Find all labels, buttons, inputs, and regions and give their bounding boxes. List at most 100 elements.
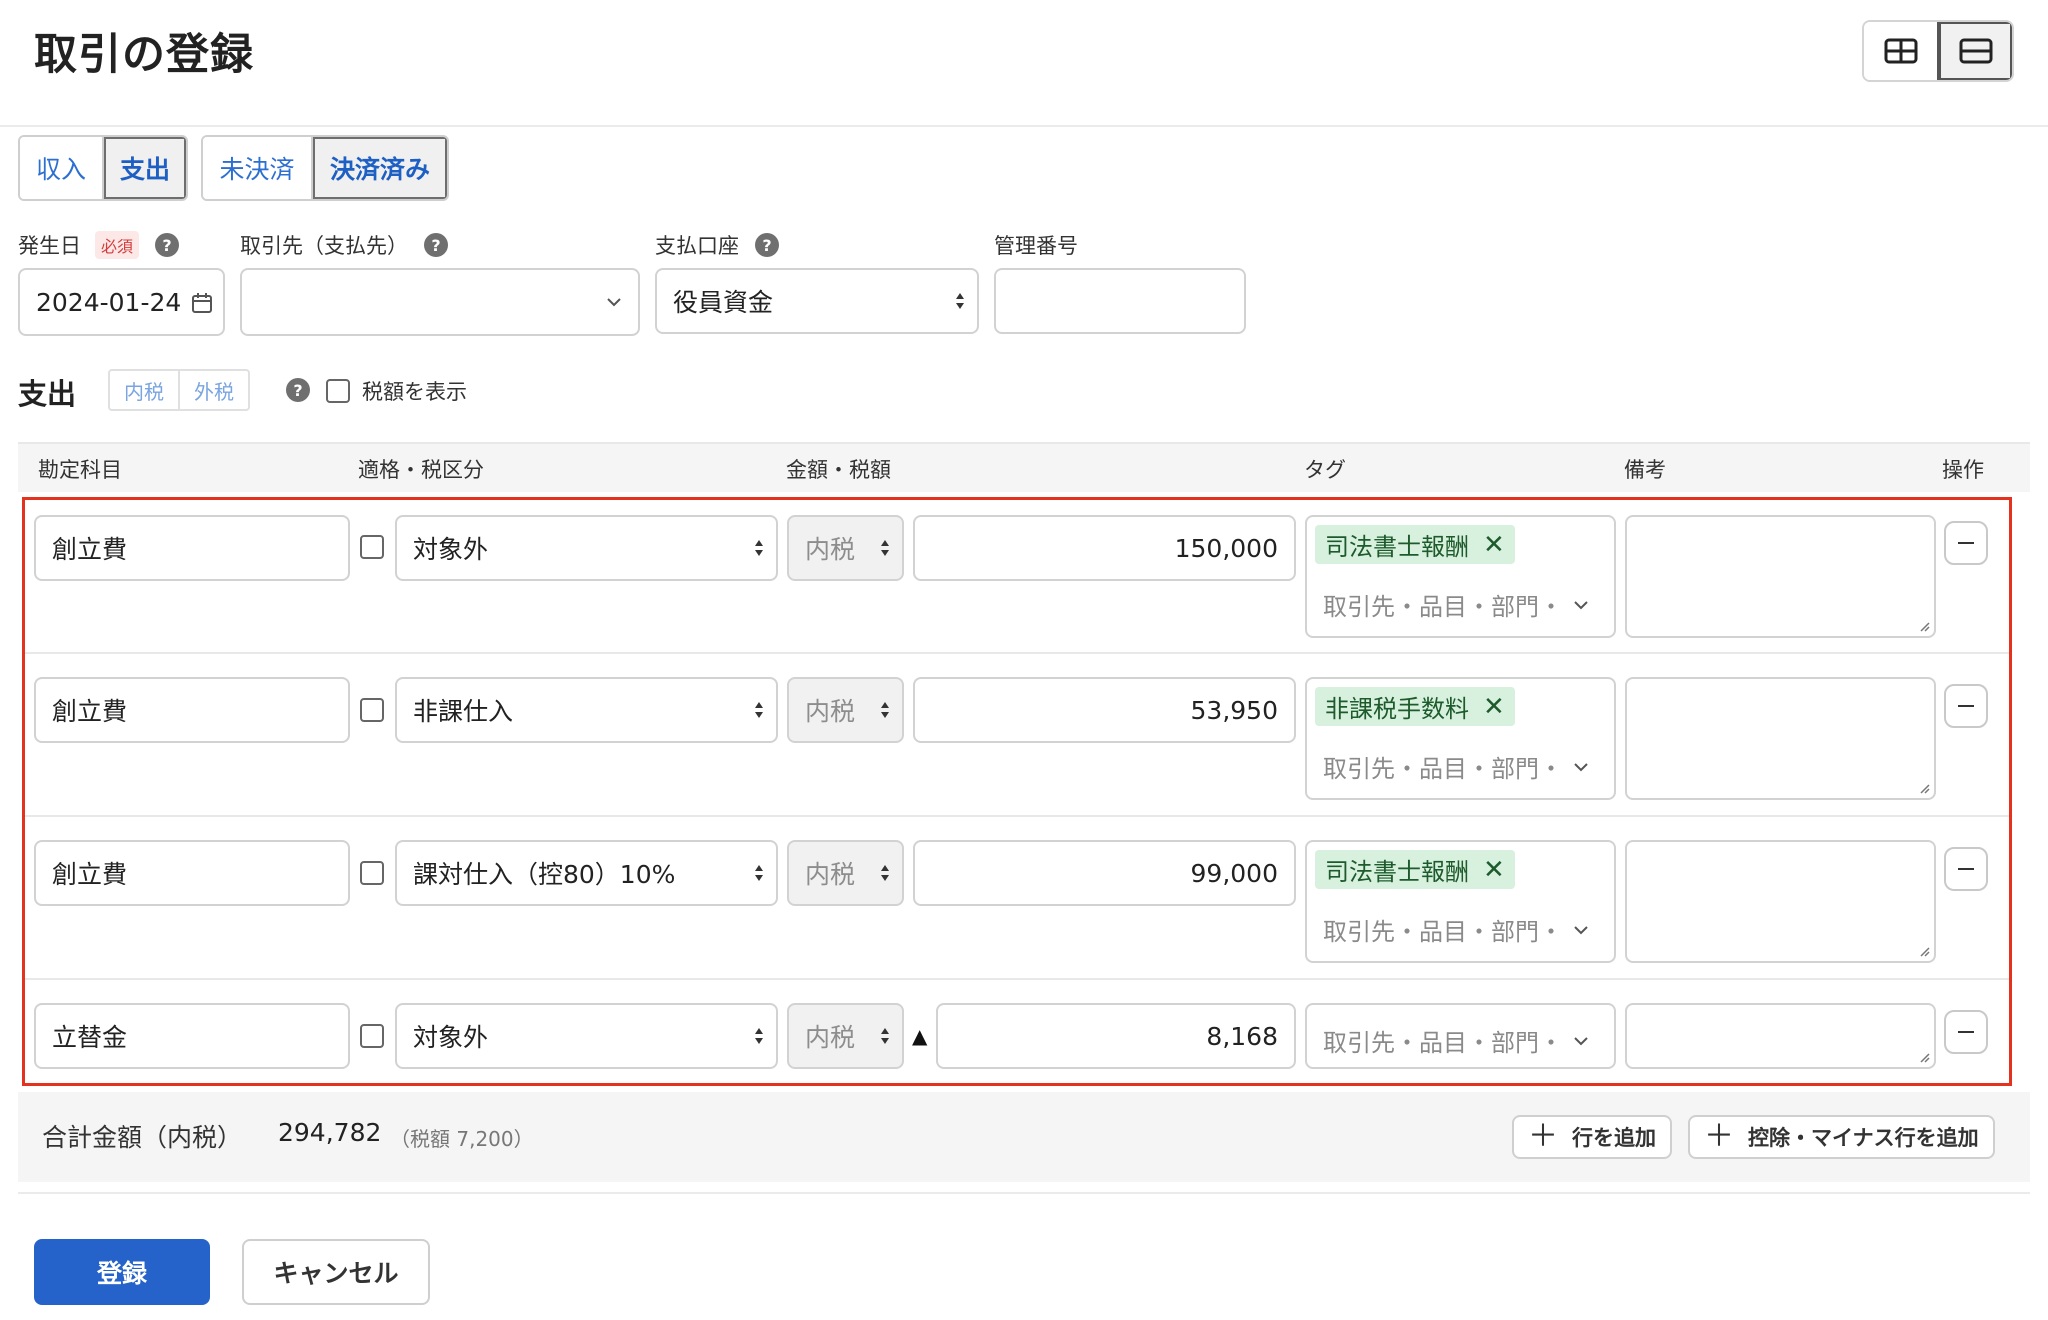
amount-value: 99,000	[1190, 858, 1278, 888]
total-tax: （税額 7,200）	[390, 1127, 534, 1151]
resize-handle-icon[interactable]	[1918, 945, 1930, 957]
resize-handle-icon[interactable]	[1918, 620, 1930, 632]
income-tab[interactable]: 収入	[20, 137, 102, 199]
select-arrows-icon	[881, 702, 889, 718]
ref-label: 管理番号	[994, 230, 1078, 260]
account-value: 役員資金	[673, 288, 774, 317]
stacked-layout-icon	[1959, 38, 1992, 64]
remove-row-button[interactable]	[1944, 1010, 1988, 1054]
help-icon[interactable]: ?	[424, 233, 448, 257]
show-tax-label: 税額を表示	[362, 380, 467, 404]
remove-row-button[interactable]	[1944, 521, 1988, 565]
qualified-checkbox[interactable]	[360, 1024, 384, 1048]
tax-category-select[interactable]: 課対仕入（控80）10%	[395, 840, 778, 906]
page-title: 取引の登録	[34, 30, 254, 80]
qualified-checkbox[interactable]	[360, 698, 384, 722]
memo-textarea[interactable]	[1625, 840, 1936, 963]
stacked-layout-button[interactable]	[1937, 22, 2012, 80]
tax-mode-value: 内税	[805, 697, 856, 726]
qualified-checkbox[interactable]	[360, 861, 384, 885]
amount-value: 150,000	[1174, 533, 1278, 563]
date-label: 発生日 必須 ?	[18, 230, 180, 260]
account-item-input[interactable]: 創立費	[34, 840, 350, 906]
remove-tag-icon[interactable]: ✕	[1483, 692, 1505, 722]
help-icon[interactable]: ?	[755, 233, 779, 257]
submit-button[interactable]: 登録	[34, 1239, 210, 1305]
required-badge: 必須	[95, 231, 140, 259]
tag-label: 司法書士報酬	[1325, 858, 1469, 886]
tax-mode-select[interactable]: 内税	[787, 840, 904, 906]
tax-mode-select[interactable]: 内税	[787, 677, 904, 743]
tax-category-select[interactable]: 対象外	[395, 1003, 778, 1069]
resize-handle-icon[interactable]	[1918, 1051, 1930, 1063]
add-minus-row-button[interactable]: ＋ 控除・マイナス行を追加	[1688, 1115, 1995, 1159]
expense-tab[interactable]: 支出	[102, 137, 186, 199]
column-header-account: 勘定科目	[38, 458, 122, 482]
table-header: 勘定科目 適格・税区分 金額・税額 タグ 備考 操作	[18, 442, 2030, 492]
unsettled-tab[interactable]: 未決済	[203, 137, 311, 199]
memo-textarea[interactable]	[1625, 677, 1936, 800]
memo-textarea[interactable]	[1625, 515, 1936, 638]
account-label: 支払口座 ?	[655, 230, 779, 260]
amount-input[interactable]: 53,950	[913, 677, 1296, 743]
split-layout-button[interactable]	[1864, 22, 1937, 80]
help-icon[interactable]: ?	[155, 233, 180, 257]
account-select[interactable]: 役員資金	[655, 268, 979, 334]
plus-icon: ＋	[1528, 1119, 1558, 1154]
tag-input[interactable]: 司法書士報酬 ✕ 取引先・品目・部門・	[1305, 515, 1616, 638]
amount-input[interactable]: 150,000	[913, 515, 1296, 581]
memo-textarea[interactable]	[1625, 1003, 1936, 1069]
remove-row-button[interactable]	[1944, 847, 1988, 891]
select-arrows-icon	[881, 865, 889, 881]
tag-input[interactable]: 非課税手数料 ✕ 取引先・品目・部門・	[1305, 677, 1616, 800]
tax-mode-select[interactable]: 内税	[787, 1003, 904, 1069]
tax-category-select[interactable]: 非課仕入	[395, 677, 778, 743]
amount-value: 53,950	[1190, 695, 1278, 725]
column-header-memo: 備考	[1624, 458, 1666, 482]
cancel-button[interactable]: キャンセル	[242, 1239, 430, 1305]
amount-input[interactable]: 8,168	[936, 1003, 1296, 1069]
show-tax-checkbox[interactable]	[326, 379, 350, 403]
add-row-button[interactable]: ＋ 行を追加	[1512, 1115, 1672, 1159]
tax-mode-select[interactable]: 内税	[787, 515, 904, 581]
remove-tag-icon[interactable]: ✕	[1483, 530, 1505, 560]
tax-category-select[interactable]: 対象外	[395, 515, 778, 581]
amount-input[interactable]: 99,000	[913, 840, 1296, 906]
total-value: 294,782	[278, 1118, 382, 1147]
settled-tab[interactable]: 決済済み	[311, 137, 447, 199]
partner-select[interactable]	[240, 268, 640, 336]
tag-placeholder: 取引先・品目・部門・	[1323, 912, 1589, 947]
account-item-value: 創立費	[52, 860, 128, 889]
help-icon[interactable]: ?	[286, 378, 310, 402]
column-header-tax-category: 適格・税区分	[358, 458, 484, 482]
partner-label-text: 取引先（支払先）	[240, 234, 408, 258]
tag-chip: 司法書士報酬 ✕	[1315, 850, 1515, 889]
tax-mode-exclusive[interactable]: 外税	[178, 371, 248, 409]
account-item-input[interactable]: 立替金	[34, 1003, 350, 1069]
tag-chip: 司法書士報酬 ✕	[1315, 525, 1515, 564]
remove-tag-icon[interactable]: ✕	[1483, 855, 1505, 885]
account-item-input[interactable]: 創立費	[34, 515, 350, 581]
qualified-checkbox[interactable]	[360, 535, 384, 559]
date-input[interactable]: 2024-01-24	[18, 268, 225, 336]
tag-input[interactable]: 取引先・品目・部門・	[1305, 1003, 1616, 1069]
chevron-down-icon	[1574, 762, 1588, 771]
calendar-icon[interactable]	[191, 292, 213, 314]
footer-divider	[18, 1192, 2030, 1194]
tag-label: 司法書士報酬	[1325, 533, 1469, 561]
remove-row-button[interactable]	[1944, 684, 1988, 728]
tag-input[interactable]: 司法書士報酬 ✕ 取引先・品目・部門・	[1305, 840, 1616, 963]
tax-category-value: 非課仕入	[413, 697, 514, 726]
tax-mode-inclusive[interactable]: 内税	[110, 371, 178, 409]
header-divider	[0, 125, 2048, 127]
resize-handle-icon[interactable]	[1918, 782, 1930, 794]
add-minus-row-label: 控除・マイナス行を追加	[1748, 1126, 1979, 1150]
tax-mode-value: 内税	[805, 535, 856, 564]
select-arrows-icon	[755, 1028, 763, 1044]
split-layout-icon	[1884, 38, 1917, 64]
select-arrows-icon	[755, 865, 763, 881]
ref-input[interactable]	[994, 268, 1246, 334]
account-item-value: 創立費	[52, 697, 128, 726]
account-item-input[interactable]: 創立費	[34, 677, 350, 743]
tax-category-value: 対象外	[413, 535, 489, 564]
